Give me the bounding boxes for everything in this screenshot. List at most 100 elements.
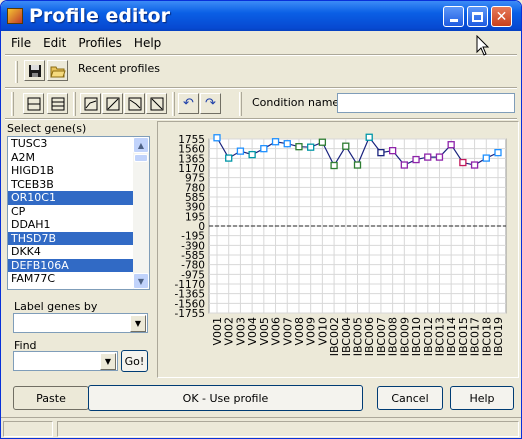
chevron-down-icon: ▼	[104, 357, 112, 366]
gene-list-item[interactable]: CP	[8, 205, 149, 219]
gene-list-item[interactable]: DEFB106A	[8, 258, 149, 272]
y-tick-label: -1755	[174, 308, 205, 320]
condition-names-input[interactable]	[337, 93, 515, 113]
data-point-marker[interactable]	[388, 146, 397, 155]
gene-list-item[interactable]: THSD7B	[8, 231, 149, 245]
toolbar2-grip	[11, 92, 14, 116]
menu-file[interactable]: File	[5, 36, 37, 50]
rise-icon	[84, 97, 97, 110]
ok-use-profile-button[interactable]: OK - Use profile	[88, 385, 363, 411]
toolbar-separator	[5, 87, 517, 89]
label-genes-dropdown-button[interactable]: ▼	[130, 315, 146, 332]
data-point-marker[interactable]	[470, 161, 479, 169]
title-bar[interactable]: Profile editor ✕	[1, 1, 521, 31]
view-split-b-button[interactable]	[47, 93, 68, 114]
status-cell-2	[57, 421, 519, 437]
paste-button[interactable]: Paste	[13, 386, 89, 410]
scroll-down-button[interactable]: ▼	[133, 273, 149, 289]
data-point-marker[interactable]	[330, 161, 338, 170]
redo-button[interactable]: ↷	[200, 93, 221, 114]
data-point-marker[interactable]	[365, 133, 373, 141]
label-genes-by-label: Label genes by	[14, 300, 98, 313]
shape-linear-button[interactable]	[102, 93, 123, 114]
toolbar-grip	[15, 61, 18, 83]
open-button[interactable]	[47, 60, 68, 81]
profile-editor-window: Profile editor ✕ File Edit Profiles Help…	[0, 0, 522, 439]
data-point-marker[interactable]	[400, 161, 408, 169]
gene-listbox[interactable]: TUSC3 A2M HIGD1B TCEB3B OR10C1 CP DDAH1 THSD7B D…	[7, 136, 150, 290]
data-point-marker[interactable]	[447, 141, 455, 149]
gene-list-item[interactable]: FAM77C	[8, 272, 149, 286]
gene-list-item[interactable]: TUSC3	[8, 137, 149, 151]
menu-profiles[interactable]: Profiles	[72, 36, 128, 50]
menu-bar: File Edit Profiles Help	[5, 33, 167, 53]
gene-list: TUSC3 A2M HIGD1B TCEB3B OR10C1 CP DDAH1 THSD7B D…	[8, 137, 149, 286]
toolbar2-grip-c	[172, 92, 175, 116]
gene-list-scrollbar[interactable]: ▲ ▼	[133, 137, 149, 289]
x-tick-label: IBC019	[492, 317, 505, 356]
close-button[interactable]: ✕	[491, 6, 512, 27]
window-title: Profile editor	[29, 5, 170, 27]
data-point-marker[interactable]	[377, 148, 385, 157]
data-point-marker[interactable]	[248, 150, 256, 159]
decline-icon	[150, 97, 163, 110]
split-rows2-icon	[51, 97, 64, 110]
data-point-marker[interactable]	[260, 145, 268, 153]
data-point-marker[interactable]	[424, 153, 432, 161]
maximize-icon	[472, 11, 483, 22]
data-point-marker[interactable]	[295, 143, 303, 151]
data-point-marker[interactable]	[283, 140, 291, 148]
data-point-marker[interactable]	[412, 155, 420, 164]
menu-help[interactable]: Help	[128, 36, 167, 50]
save-button[interactable]	[24, 60, 45, 81]
data-point-marker[interactable]	[494, 148, 502, 157]
profile-chart[interactable]: 17551560136511709757805853901950-195-390…	[161, 125, 517, 376]
data-point-marker[interactable]	[307, 143, 315, 151]
undo-button[interactable]: ↶	[178, 93, 199, 114]
find-dropdown-button[interactable]: ▼	[100, 353, 116, 370]
toolbar2-grip-d	[239, 92, 242, 116]
data-point-marker[interactable]	[318, 138, 327, 146]
toolbar2-grip-b	[73, 92, 76, 116]
data-point-marker[interactable]	[342, 142, 350, 150]
shape-fall-button[interactable]	[124, 93, 145, 114]
data-point-marker[interactable]	[459, 158, 467, 167]
gene-list-item[interactable]: TCEB3B	[8, 178, 149, 192]
gene-list-item[interactable]: A2M	[8, 151, 149, 165]
status-bar	[1, 417, 521, 438]
split-rows-icon	[27, 97, 40, 110]
maximize-button[interactable]	[467, 6, 488, 27]
chevron-down-icon: ▼	[134, 319, 142, 328]
minimize-button[interactable]	[443, 6, 464, 27]
scroll-thumb[interactable]	[134, 154, 148, 162]
gene-list-item[interactable]: DKK4	[8, 245, 149, 259]
gene-list-item[interactable]: HIGD1B	[8, 164, 149, 178]
find-combo[interactable]: ▼	[13, 351, 118, 371]
menu-separator	[5, 54, 517, 56]
data-point-marker[interactable]	[353, 161, 362, 169]
gene-list-item[interactable]: DDAH1	[8, 218, 149, 232]
shape-rise-button[interactable]	[80, 93, 101, 114]
data-point-marker[interactable]	[236, 147, 245, 155]
go-button[interactable]: Go!	[121, 350, 148, 372]
label-genes-by-select[interactable]: ▼	[13, 313, 148, 333]
recent-profiles-label[interactable]: Recent profiles	[78, 62, 160, 75]
cancel-button[interactable]: Cancel	[377, 386, 443, 410]
menu-edit[interactable]: Edit	[37, 36, 72, 50]
arrow-up-icon: ▲	[137, 140, 145, 150]
data-point-marker[interactable]	[213, 134, 221, 142]
help-button[interactable]: Help	[450, 386, 514, 410]
redo-icon: ↷	[205, 96, 216, 111]
gene-list-item[interactable]: OR10C1	[8, 191, 149, 205]
data-point-marker[interactable]	[482, 154, 490, 162]
shape-decline-button[interactable]	[146, 93, 167, 114]
view-split-a-button[interactable]	[23, 93, 44, 114]
app-icon	[7, 8, 23, 24]
data-point-marker[interactable]	[435, 153, 444, 161]
close-icon: ✕	[495, 8, 508, 25]
mouse-cursor-icon	[476, 35, 490, 56]
data-point-marker[interactable]	[271, 138, 280, 146]
minimize-icon	[449, 19, 458, 22]
scroll-up-button[interactable]: ▲	[133, 137, 149, 153]
data-point-marker[interactable]	[225, 154, 233, 162]
